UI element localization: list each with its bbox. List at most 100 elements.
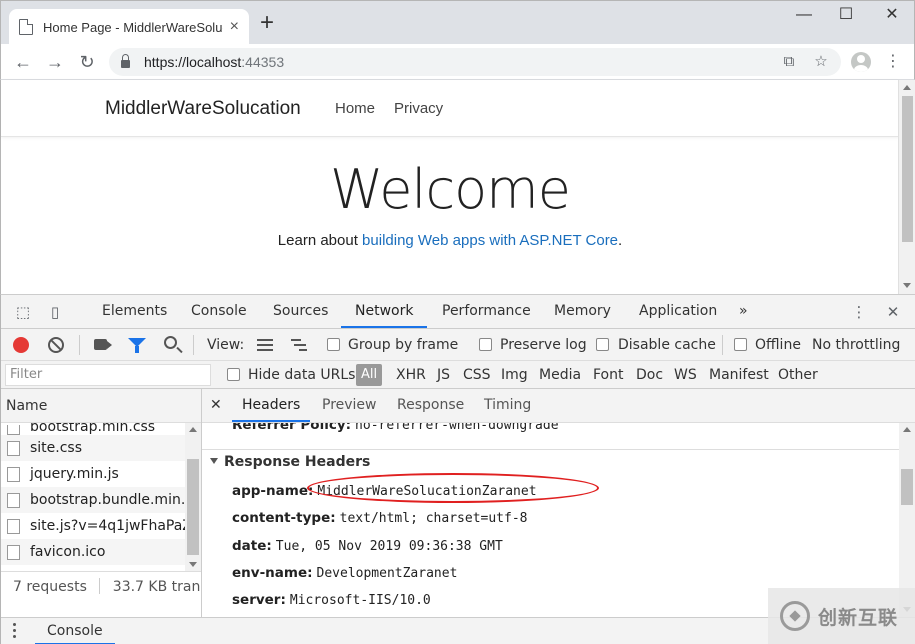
tab-application[interactable]: Application (625, 295, 731, 328)
nav-link-privacy[interactable]: Privacy (394, 100, 443, 117)
type-filter-all[interactable]: All (356, 364, 382, 386)
tab-network[interactable]: Network (341, 295, 428, 328)
filter-icon[interactable] (128, 338, 146, 353)
list-item[interactable]: bootstrap.min.css (1, 423, 186, 435)
tab-console[interactable]: Console (177, 295, 261, 328)
offline-checkbox[interactable] (734, 338, 747, 351)
translate-icon[interactable]: ⧉ (775, 48, 803, 76)
scroll-up-icon[interactable] (903, 427, 911, 432)
request-detail-panel: ✕ Headers Preview Response Timing Referr… (202, 389, 915, 617)
type-filter-js[interactable]: JS (437, 361, 450, 389)
screenshot-icon[interactable] (94, 339, 112, 350)
aspnet-docs-link[interactable]: building Web apps with ASP.NET Core (362, 232, 618, 249)
type-filter-other[interactable]: Other (778, 361, 818, 389)
type-filter-manifest[interactable]: Manifest (709, 361, 769, 389)
type-filter-css[interactable]: CSS (463, 361, 491, 389)
browser-tab[interactable]: Home Page - MiddlerWareSolucation × (9, 9, 249, 45)
filter-input[interactable]: Filter (5, 364, 211, 386)
hide-data-urls-checkbox[interactable] (227, 368, 240, 381)
tab-elements[interactable]: Elements (88, 295, 181, 328)
search-icon[interactable] (164, 336, 177, 349)
type-filter-ws[interactable]: WS (674, 361, 697, 389)
devtools-menu-icon[interactable]: ⋮ (849, 302, 869, 322)
tab-response[interactable]: Response (387, 389, 474, 422)
browser-tab-strip: Home Page - MiddlerWareSolucation × + — … (0, 0, 915, 45)
tab-preview[interactable]: Preview (312, 389, 387, 422)
detail-close-icon[interactable]: ✕ (210, 389, 222, 422)
request-scroll-thumb[interactable] (187, 459, 199, 555)
device-toolbar-icon[interactable]: ▯ (45, 302, 65, 322)
reload-icon[interactable]: ↻ (75, 50, 99, 74)
type-filter-img[interactable]: Img (501, 361, 528, 389)
response-headers-section[interactable]: Response Headers (210, 454, 370, 470)
drawer-tab-console[interactable]: Console (35, 618, 115, 644)
throttling-select[interactable]: No throttling (812, 329, 900, 361)
preserve-log-label[interactable]: Preserve log (500, 329, 587, 361)
tab-timing[interactable]: Timing (474, 389, 541, 422)
back-arrow-icon[interactable]: ← (11, 50, 35, 74)
file-icon (7, 492, 20, 508)
request-list-scrollbar[interactable] (185, 423, 201, 571)
page-heading: Welcome (329, 158, 571, 221)
more-tabs-chevron-icon[interactable]: » (725, 295, 762, 328)
large-rows-icon[interactable] (257, 339, 273, 351)
record-icon[interactable] (13, 337, 29, 353)
request-name: favicon.ico (30, 544, 106, 560)
waterfall-icon[interactable] (291, 339, 307, 351)
type-filter-media[interactable]: Media (539, 361, 581, 389)
header-row-date: date: Tue, 05 Nov 2019 09:36:38 GMT (232, 538, 503, 554)
detail-scroll-thumb[interactable] (901, 469, 913, 505)
preserve-log-checkbox[interactable] (479, 338, 492, 351)
tab-performance[interactable]: Performance (428, 295, 545, 328)
list-item[interactable]: favicon.ico (1, 539, 186, 565)
drawer-menu-icon[interactable] (13, 623, 17, 641)
request-name: bootstrap.bundle.min.js (30, 492, 186, 508)
nav-link-home[interactable]: Home (335, 100, 375, 117)
type-filter-font[interactable]: Font (593, 361, 623, 389)
star-icon[interactable]: ☆ (807, 48, 835, 76)
tab-memory[interactable]: Memory (540, 295, 625, 328)
scroll-down-icon[interactable] (903, 283, 911, 288)
forward-arrow-icon[interactable]: → (43, 50, 67, 74)
tab-headers[interactable]: Headers (232, 389, 311, 422)
scroll-up-icon[interactable] (903, 85, 911, 90)
maximize-button[interactable]: ☐ (831, 5, 861, 25)
new-tab-button[interactable]: + (260, 11, 274, 35)
site-brand[interactable]: MiddlerWareSolucation (105, 98, 301, 120)
request-name: bootstrap.min.css (30, 423, 156, 435)
window-close-button[interactable]: ✕ (877, 5, 907, 25)
site-navbar: MiddlerWareSolucation Home Privacy (1, 80, 899, 137)
avatar-icon[interactable] (851, 52, 871, 72)
hide-data-urls-label[interactable]: Hide data URLs (248, 361, 355, 389)
request-count: 7 requests (13, 579, 87, 595)
kebab-menu-icon[interactable]: ⋮ (883, 50, 903, 74)
clear-icon[interactable] (48, 337, 64, 353)
page-scrollbar[interactable] (898, 80, 915, 294)
list-item[interactable]: bootstrap.bundle.min.js (1, 487, 186, 513)
request-list: bootstrap.min.css site.css jquery.min.js… (1, 423, 186, 571)
page-scroll-thumb[interactable] (902, 96, 913, 242)
group-by-frame-checkbox[interactable] (327, 338, 340, 351)
header-key: date: (232, 538, 272, 554)
minimize-button[interactable]: — (789, 5, 819, 25)
list-item[interactable]: jquery.min.js (1, 461, 186, 487)
type-filter-xhr[interactable]: XHR (396, 361, 426, 389)
scroll-down-icon[interactable] (189, 562, 197, 567)
group-by-frame-label[interactable]: Group by frame (348, 329, 458, 361)
type-filter-doc[interactable]: Doc (636, 361, 663, 389)
name-column-header[interactable]: Name (1, 389, 201, 423)
tab-sources[interactable]: Sources (259, 295, 342, 328)
devtools-close-icon[interactable]: ✕ (883, 302, 903, 322)
list-item[interactable]: site.js?v=4q1jwFhaPaZ... (1, 513, 186, 539)
expand-triangle-icon[interactable] (210, 458, 218, 464)
lock-icon[interactable] (121, 54, 130, 68)
address-bar[interactable]: https://localhost:44353 ⧉ ☆ (109, 48, 841, 76)
disable-cache-label[interactable]: Disable cache (618, 329, 716, 361)
list-item[interactable]: site.css (1, 435, 186, 461)
header-key: env-name: (232, 565, 313, 581)
scroll-up-icon[interactable] (189, 427, 197, 432)
disable-cache-checkbox[interactable] (596, 338, 609, 351)
inspect-element-icon[interactable]: ⬚ (13, 302, 33, 322)
offline-label[interactable]: Offline (755, 329, 801, 361)
tab-close-icon[interactable]: × (230, 18, 239, 36)
